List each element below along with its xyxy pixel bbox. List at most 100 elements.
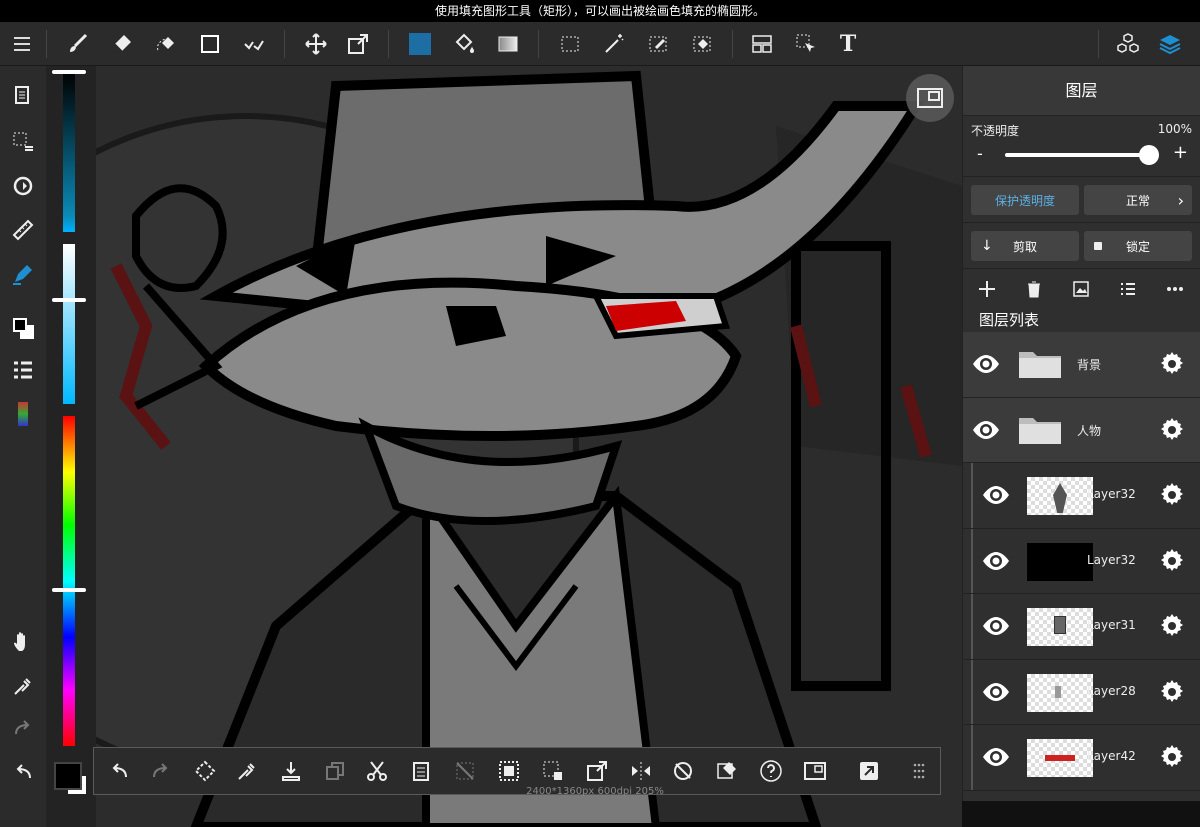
eye-icon[interactable] xyxy=(981,614,1011,638)
gear-icon[interactable] xyxy=(1158,743,1186,771)
quick-action-icon[interactable] xyxy=(854,756,884,786)
layer-row[interactable]: Layer42 xyxy=(963,725,1200,791)
eye-icon[interactable] xyxy=(971,352,1001,376)
image-layer-icon[interactable] xyxy=(1069,277,1093,301)
layer-folder-row[interactable]: 背景 xyxy=(963,332,1200,398)
list-icon[interactable] xyxy=(1116,277,1140,301)
window-icon[interactable] xyxy=(800,756,830,786)
saturation-handle[interactable] xyxy=(52,298,86,302)
selection-layer-icon[interactable] xyxy=(7,126,39,158)
materials-icon[interactable] xyxy=(1112,28,1144,60)
brightness-handle[interactable] xyxy=(52,70,86,74)
rotate-icon[interactable] xyxy=(7,170,39,202)
eyedropper-icon[interactable] xyxy=(7,670,39,702)
frame-icon[interactable] xyxy=(746,28,778,60)
gear-icon[interactable] xyxy=(1158,678,1186,706)
dotted-select-icon[interactable] xyxy=(554,28,586,60)
drag-handle-icon[interactable] xyxy=(904,756,934,786)
color-slider-column xyxy=(46,66,96,827)
palette-icon[interactable] xyxy=(7,398,39,430)
import-icon[interactable] xyxy=(276,756,306,786)
opacity-plus-button[interactable]: + xyxy=(1173,142,1188,163)
select-pen-icon[interactable] xyxy=(642,28,674,60)
lock-button[interactable]: 锁定 xyxy=(1084,231,1192,261)
menu-icon[interactable] xyxy=(6,28,38,60)
gear-icon[interactable] xyxy=(1158,416,1186,444)
saturation-slider[interactable] xyxy=(63,244,75,404)
opacity-slider-knob[interactable] xyxy=(1139,145,1159,165)
magic-wand-icon[interactable] xyxy=(598,28,630,60)
undo-icon[interactable] xyxy=(7,756,39,788)
ruler-icon[interactable] xyxy=(7,214,39,246)
layer-folder-row[interactable]: 人物 xyxy=(963,397,1200,463)
blend-mode-button[interactable]: 正常 › xyxy=(1084,185,1192,215)
lasso-eraser-icon[interactable] xyxy=(150,28,182,60)
layer-row[interactable]: Layer32 xyxy=(963,528,1200,594)
eye-icon[interactable] xyxy=(981,680,1011,704)
opacity-minus-button[interactable]: - xyxy=(977,144,983,163)
rectangle-icon[interactable] xyxy=(194,28,226,60)
select-eraser-icon[interactable] xyxy=(712,756,742,786)
eye-icon[interactable] xyxy=(981,745,1011,769)
cut-icon[interactable] xyxy=(362,756,392,786)
eraser-icon[interactable] xyxy=(106,28,138,60)
gear-icon[interactable] xyxy=(1158,481,1186,509)
paste-icon[interactable] xyxy=(406,756,436,786)
move-icon[interactable] xyxy=(300,28,332,60)
hue-slider[interactable] xyxy=(63,416,75,746)
rotate-reset-icon[interactable] xyxy=(668,756,698,786)
color-swap-icon[interactable] xyxy=(7,312,39,344)
eyedropper-icon[interactable] xyxy=(232,756,262,786)
protect-alpha-button[interactable]: 保护透明度 xyxy=(971,185,1079,215)
bucket-icon[interactable] xyxy=(448,28,480,60)
hand-icon[interactable] xyxy=(7,626,39,658)
lock-label: 锁定 xyxy=(1125,239,1150,254)
eye-icon[interactable] xyxy=(971,418,1001,442)
selection-mask-icon[interactable] xyxy=(538,756,568,786)
indent-line xyxy=(971,659,973,724)
layer-thumbnail xyxy=(1027,477,1093,515)
eye-icon[interactable] xyxy=(981,549,1011,573)
more-icon[interactable] xyxy=(1163,277,1187,301)
redo-icon[interactable] xyxy=(7,712,39,744)
brightness-slider[interactable] xyxy=(63,72,75,232)
top-toolbar: T xyxy=(0,22,1200,66)
pointer-icon[interactable] xyxy=(790,28,822,60)
undo-icon[interactable] xyxy=(104,756,134,786)
gear-icon[interactable] xyxy=(1158,547,1186,575)
fill-color-icon[interactable] xyxy=(404,28,436,60)
gear-icon[interactable] xyxy=(1158,350,1186,378)
select-icon[interactable] xyxy=(238,28,270,60)
hue-handle[interactable] xyxy=(52,588,86,592)
reference-window-button[interactable] xyxy=(906,74,954,122)
clear-selection-icon[interactable] xyxy=(450,756,480,786)
brush-icon[interactable] xyxy=(62,28,94,60)
layer-row[interactable]: Layer28 xyxy=(963,659,1200,725)
redo-icon[interactable] xyxy=(146,756,176,786)
text-icon[interactable]: T xyxy=(832,28,864,60)
gradient-icon[interactable] xyxy=(492,28,524,60)
select-eraser-icon[interactable] xyxy=(686,28,718,60)
pen-tool-icon[interactable] xyxy=(7,258,39,290)
layer-name: Layer32 xyxy=(1087,552,1136,567)
layer-list-icon[interactable] xyxy=(7,354,39,386)
export-icon[interactable] xyxy=(582,756,612,786)
primary-color-swatch[interactable] xyxy=(54,762,82,790)
help-icon[interactable] xyxy=(756,756,786,786)
opacity-slider[interactable] xyxy=(1005,153,1149,157)
duplicate-icon[interactable] xyxy=(320,756,350,786)
clip-button[interactable]: ↓ 剪取 xyxy=(971,231,1079,261)
eye-icon[interactable] xyxy=(981,483,1011,507)
select-all-icon[interactable] xyxy=(494,756,524,786)
transform-icon[interactable] xyxy=(342,28,374,60)
layer-row[interactable]: Layer31 xyxy=(963,594,1200,660)
trash-icon[interactable] xyxy=(1022,277,1046,301)
document-icon[interactable] xyxy=(7,80,39,112)
gear-icon[interactable] xyxy=(1158,612,1186,640)
flip-icon[interactable] xyxy=(626,756,656,786)
drawing-canvas[interactable] xyxy=(96,66,962,827)
transform-rotate-icon[interactable] xyxy=(190,756,220,786)
layer-row[interactable]: Layer32 xyxy=(963,463,1200,529)
layers-icon[interactable] xyxy=(1154,28,1186,60)
add-layer-icon[interactable] xyxy=(975,277,999,301)
